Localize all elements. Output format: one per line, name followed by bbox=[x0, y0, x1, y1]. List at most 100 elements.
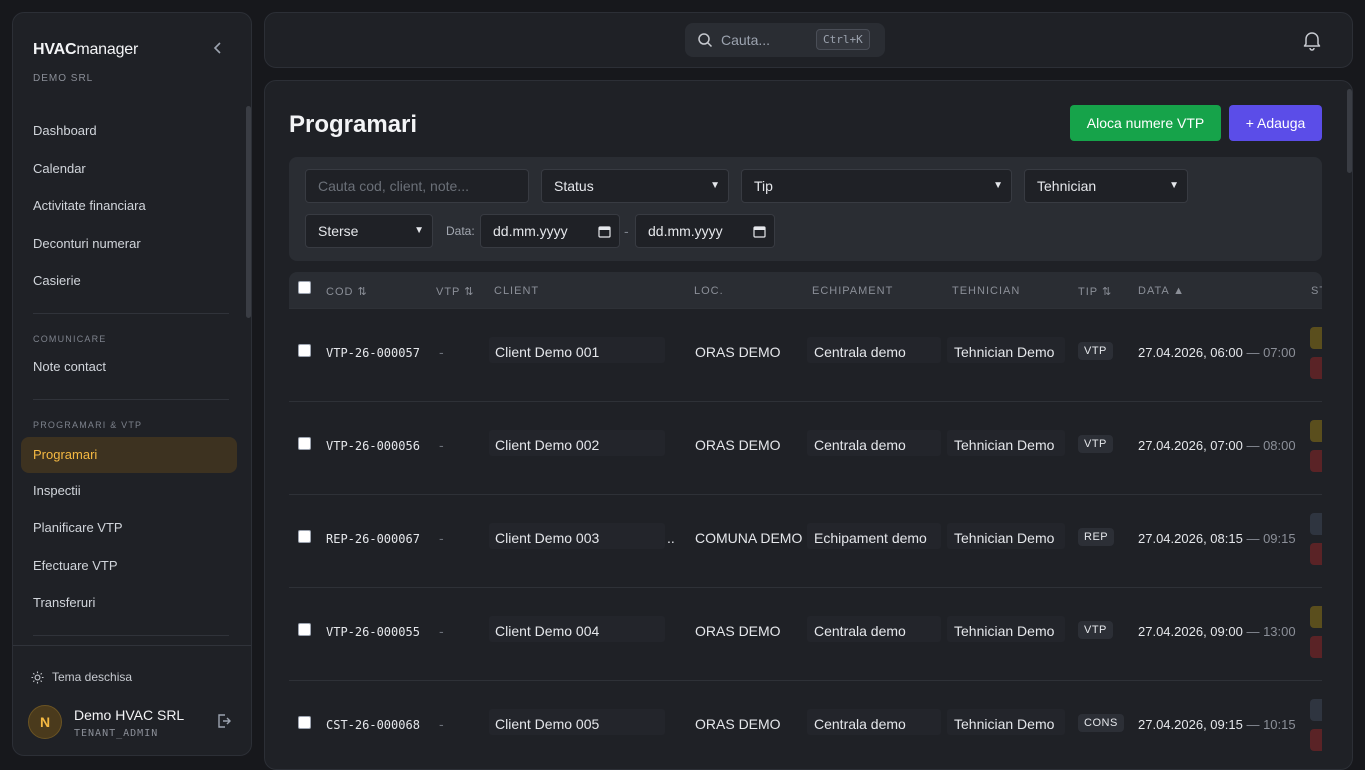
nav-divider bbox=[33, 635, 229, 636]
row-echipament[interactable]: Echipament demo bbox=[814, 530, 927, 546]
row-checkbox[interactable] bbox=[298, 716, 311, 729]
aloca-numere-vtp-button[interactable]: Aloca numere VTP bbox=[1070, 105, 1221, 141]
sidebar-item-inspectii[interactable]: Inspectii bbox=[21, 473, 237, 509]
filter-sterse-value: Sterse bbox=[318, 223, 359, 239]
row-client[interactable]: Client Demo 003 bbox=[495, 530, 599, 546]
table-row[interactable]: REP-26-000067 - Client Demo 003 .. COMUN… bbox=[289, 494, 1322, 587]
filter-tehnician-select[interactable]: Tehnician ▼ bbox=[1024, 169, 1188, 203]
row-client-overflow: .. bbox=[667, 530, 675, 546]
theme-toggle[interactable]: Tema deschisa bbox=[31, 669, 132, 685]
calendar-icon bbox=[753, 226, 766, 238]
date-to-value: dd.mm.yyyy bbox=[648, 223, 723, 239]
sidebar: HVACmanager DEMO SRL Dashboard Calendar … bbox=[12, 12, 252, 756]
row-cod[interactable]: REP-26-000067 bbox=[326, 532, 420, 546]
row-echipament[interactable]: Centrala demo bbox=[814, 716, 906, 732]
row-client[interactable]: Client Demo 005 bbox=[495, 716, 599, 732]
global-search[interactable]: Cauta... Ctrl+K bbox=[685, 23, 885, 57]
sidebar-footer-divider bbox=[13, 645, 251, 646]
filter-search-input[interactable]: Cauta cod, client, note... bbox=[305, 169, 529, 203]
bell-icon[interactable] bbox=[1301, 29, 1323, 51]
chevron-down-icon: ▼ bbox=[1169, 180, 1179, 191]
filter-date-to[interactable]: dd.mm.yyyy bbox=[635, 214, 775, 248]
filter-sterse-select[interactable]: Sterse ▼ bbox=[305, 214, 433, 248]
row-tip-badge: CONS bbox=[1078, 714, 1124, 732]
row-cod[interactable]: VTP-26-000056 bbox=[326, 439, 420, 453]
row-client[interactable]: Client Demo 002 bbox=[495, 437, 599, 453]
row-checkbox[interactable] bbox=[298, 530, 311, 543]
sidebar-item-transferuri[interactable]: Transferuri bbox=[21, 585, 237, 621]
row-checkbox[interactable] bbox=[298, 344, 311, 357]
table-row[interactable]: VTP-26-000055 - Client Demo 004 ORAS DEM… bbox=[289, 587, 1322, 680]
chevron-down-icon: ▼ bbox=[710, 180, 720, 191]
row-status-badge bbox=[1310, 606, 1322, 628]
app-logo[interactable]: HVACmanager bbox=[33, 41, 138, 59]
row-echipament[interactable]: Centrala demo bbox=[814, 623, 906, 639]
row-vtp: - bbox=[439, 716, 444, 732]
col-vtp[interactable]: VTP ⇅ bbox=[436, 285, 474, 298]
row-cod[interactable]: CST-26-000068 bbox=[326, 718, 420, 732]
main-scrollbar[interactable] bbox=[1347, 89, 1352, 173]
table-row[interactable]: VTP-26-000056 - Client Demo 002 ORAS DEM… bbox=[289, 401, 1322, 494]
nav-section-comunicare: COMUNICARE bbox=[33, 334, 107, 344]
row-tehnician: Tehnician Demo bbox=[954, 716, 1055, 732]
chevron-down-icon: ▼ bbox=[414, 225, 424, 236]
row-data: 27.04.2026, 07:00 — 08:00 bbox=[1138, 438, 1296, 453]
col-data[interactable]: DATA ▲ bbox=[1138, 285, 1185, 297]
col-echipament: ECHIPAMENT bbox=[812, 285, 894, 297]
filter-data-label: Data: bbox=[446, 224, 475, 238]
sidebar-item-casierie[interactable]: Casierie bbox=[21, 263, 237, 299]
sidebar-item-deconturi-numerar[interactable]: Deconturi numerar bbox=[21, 226, 237, 262]
row-tip-badge: VTP bbox=[1078, 435, 1113, 453]
sidebar-item-dashboard[interactable]: Dashboard bbox=[21, 113, 237, 149]
row-loc: ORAS DEMO bbox=[695, 716, 781, 732]
row-data-end: — 09:15 bbox=[1246, 531, 1296, 546]
row-client[interactable]: Client Demo 004 bbox=[495, 623, 599, 639]
select-all-checkbox[interactable] bbox=[298, 281, 311, 294]
row-cod[interactable]: VTP-26-000057 bbox=[326, 346, 420, 360]
col-cod[interactable]: COD ⇅ bbox=[326, 285, 368, 298]
row-status-badge bbox=[1310, 699, 1322, 721]
sidebar-item-calendar[interactable]: Calendar bbox=[21, 151, 237, 187]
filter-date-from[interactable]: dd.mm.yyyy bbox=[480, 214, 620, 248]
logout-icon[interactable] bbox=[216, 713, 232, 729]
row-data-start: 27.04.2026, 06:00 bbox=[1138, 345, 1243, 360]
row-loc: COMUNA DEMO bbox=[695, 530, 803, 546]
row-checkbox[interactable] bbox=[298, 437, 311, 450]
date-range-separator: - bbox=[624, 223, 629, 239]
table-row[interactable]: CST-26-000068 - Client Demo 005 ORAS DEM… bbox=[289, 680, 1322, 769]
row-echipament[interactable]: Centrala demo bbox=[814, 437, 906, 453]
table-row[interactable]: VTP-26-000057 - Client Demo 001 ORAS DEM… bbox=[289, 308, 1322, 401]
filter-status-select[interactable]: Status ▼ bbox=[541, 169, 729, 203]
avatar[interactable]: N bbox=[28, 705, 62, 739]
sidebar-scrollbar[interactable] bbox=[246, 106, 251, 318]
row-status-badge bbox=[1310, 327, 1322, 349]
sidebar-item-planificare-vtp[interactable]: Planificare VTP bbox=[21, 510, 237, 546]
row-data-end: — 08:00 bbox=[1246, 438, 1296, 453]
row-client[interactable]: Client Demo 001 bbox=[495, 344, 599, 360]
row-cod[interactable]: VTP-26-000055 bbox=[326, 625, 420, 639]
col-tip[interactable]: TIP ⇅ bbox=[1078, 285, 1112, 298]
chevron-down-icon: ▼ bbox=[993, 180, 1003, 191]
row-data-end: — 07:00 bbox=[1246, 345, 1296, 360]
row-checkbox[interactable] bbox=[298, 623, 311, 636]
chevron-left-icon bbox=[213, 42, 221, 54]
row-data-start: 27.04.2026, 09:00 bbox=[1138, 624, 1243, 639]
sidebar-item-note-contact[interactable]: Note contact bbox=[21, 349, 237, 385]
search-placeholder: Cauta... bbox=[721, 32, 771, 48]
row-tehnician: Tehnician Demo bbox=[954, 344, 1055, 360]
theme-toggle-label: Tema deschisa bbox=[52, 670, 133, 684]
row-data: 27.04.2026, 09:15 — 10:15 bbox=[1138, 717, 1296, 732]
row-data: 27.04.2026, 09:00 — 13:00 bbox=[1138, 624, 1296, 639]
row-echipament[interactable]: Centrala demo bbox=[814, 344, 906, 360]
sidebar-item-efectuare-vtp[interactable]: Efectuare VTP bbox=[21, 548, 237, 584]
row-loc: ORAS DEMO bbox=[695, 344, 781, 360]
sun-icon bbox=[31, 670, 44, 684]
collapse-sidebar-button[interactable] bbox=[209, 39, 227, 59]
sidebar-item-activitate-financiara[interactable]: Activitate financiara bbox=[21, 188, 237, 224]
filter-tip-select[interactable]: Tip ▼ bbox=[741, 169, 1012, 203]
col-status: ST bbox=[1311, 285, 1322, 297]
row-tehnician: Tehnician Demo bbox=[954, 623, 1055, 639]
add-programare-button[interactable]: + Adauga bbox=[1229, 105, 1322, 141]
topbar: Cauta... Ctrl+K bbox=[264, 12, 1353, 68]
sidebar-item-programari[interactable]: Programari bbox=[21, 437, 237, 473]
